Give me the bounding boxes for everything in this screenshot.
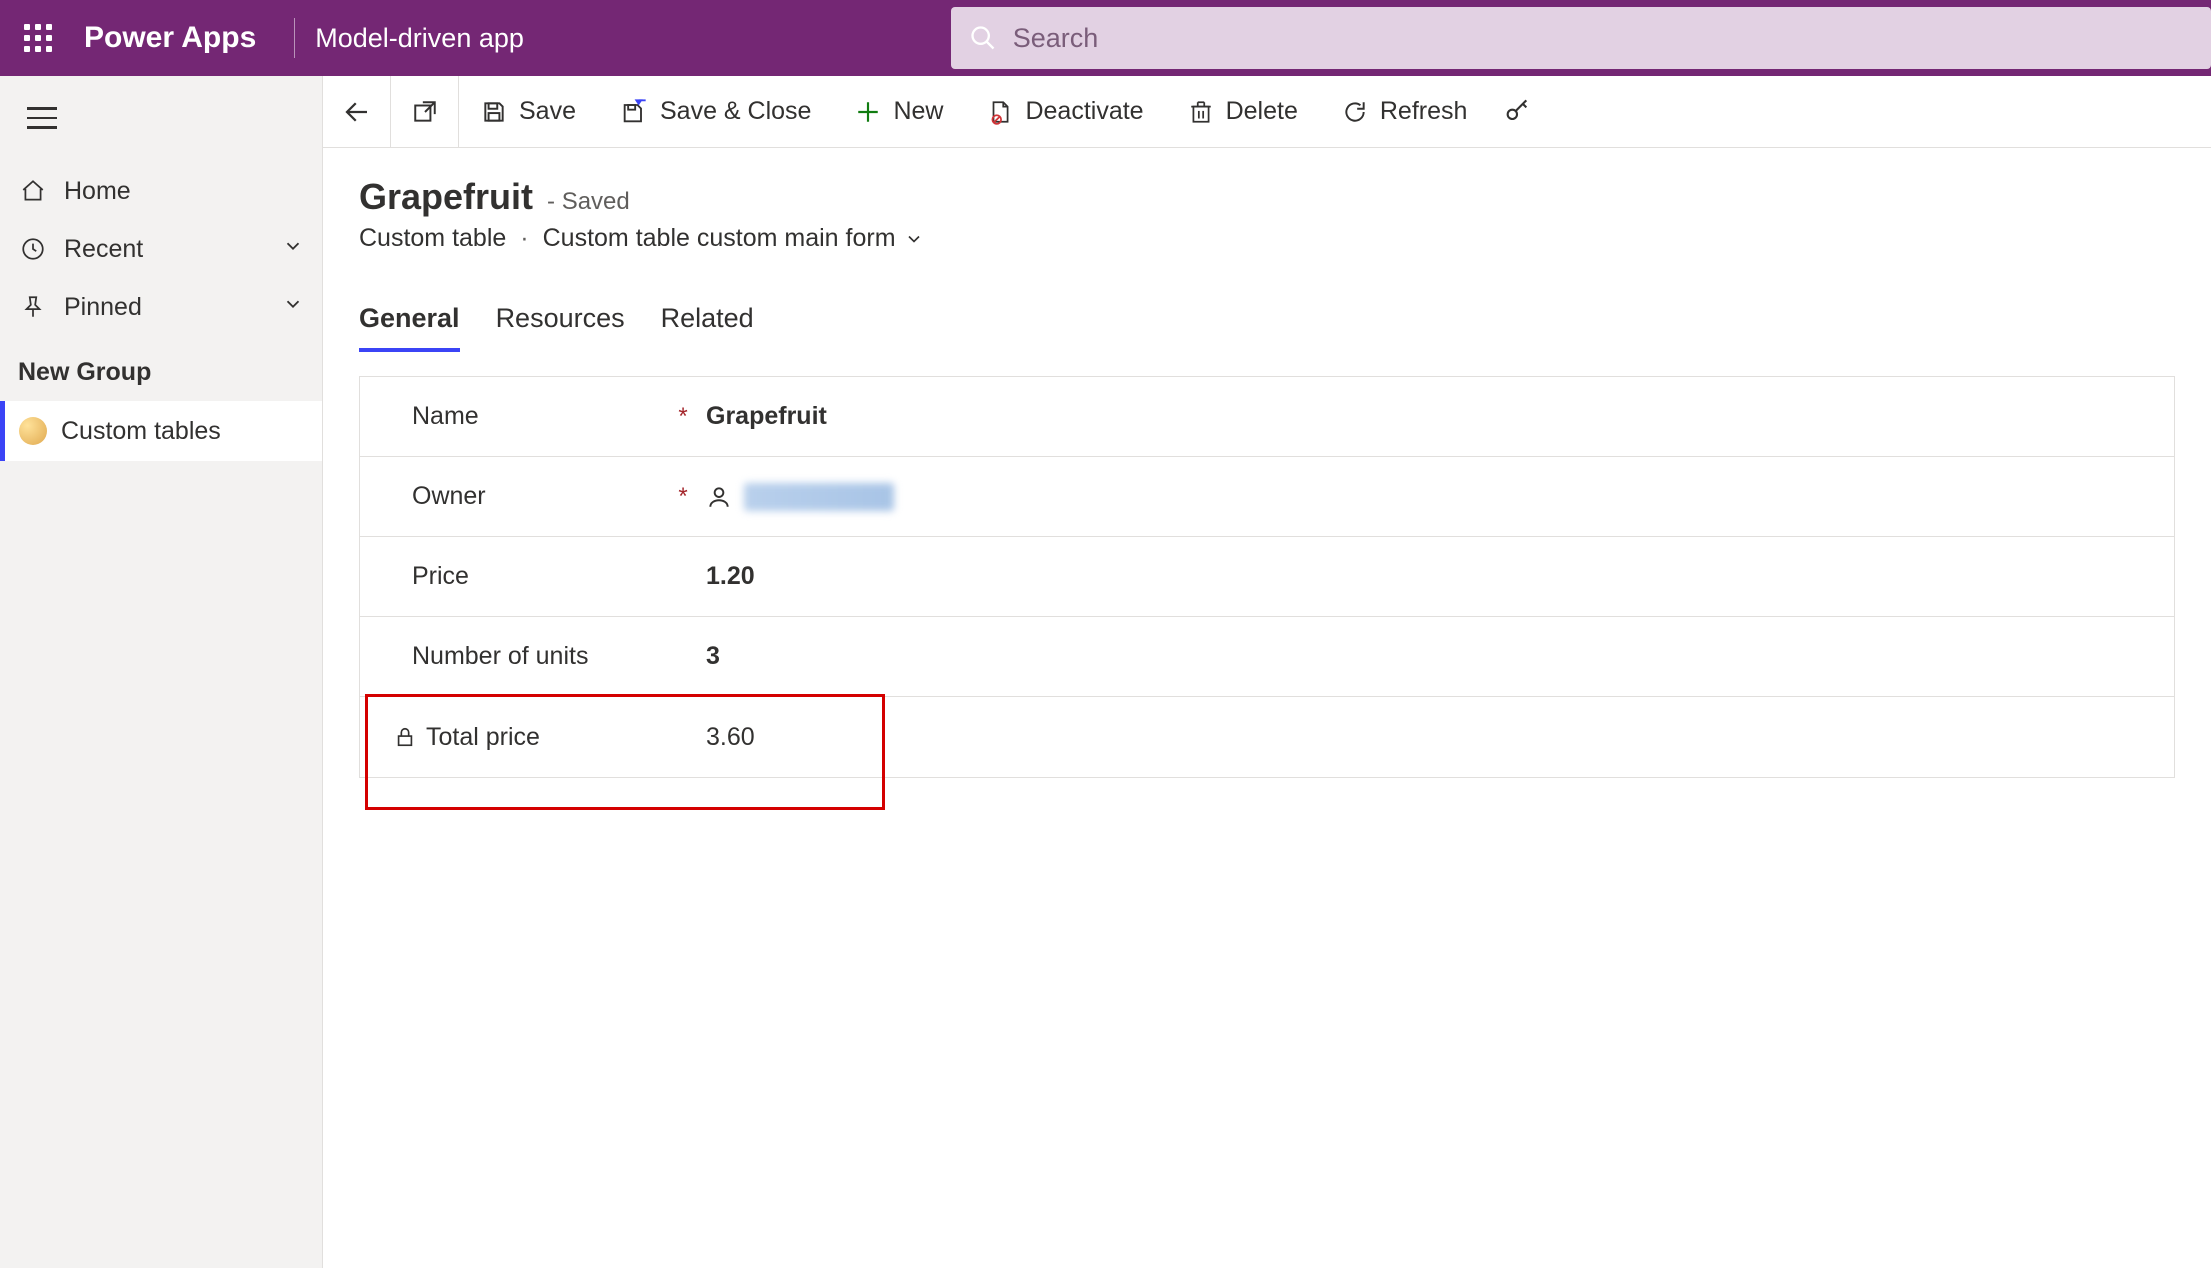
back-button[interactable] bbox=[323, 76, 391, 148]
nav-pinned[interactable]: Pinned bbox=[0, 278, 322, 336]
record-header: Grapefruit - Saved Custom table · Custom… bbox=[323, 148, 2211, 263]
tab-related[interactable]: Related bbox=[661, 303, 754, 352]
nav-custom-tables-label: Custom tables bbox=[61, 417, 221, 446]
waffle-icon bbox=[24, 24, 52, 52]
brand-label: Power Apps bbox=[76, 21, 274, 55]
form-tabs: General Resources Related bbox=[323, 263, 2211, 352]
field-name[interactable]: Name * Grapefruit bbox=[360, 377, 2174, 457]
search-icon bbox=[969, 24, 997, 52]
field-units-label: Number of units bbox=[412, 642, 588, 671]
field-name-label: Name bbox=[412, 402, 479, 431]
save-close-label: Save & Close bbox=[660, 97, 811, 126]
open-new-window-button[interactable] bbox=[391, 76, 459, 148]
entity-icon bbox=[19, 417, 47, 445]
new-button[interactable]: New bbox=[833, 76, 965, 148]
home-icon bbox=[18, 178, 48, 204]
app-launcher-button[interactable] bbox=[0, 0, 76, 76]
field-name-value: Grapefruit bbox=[692, 402, 827, 431]
nav-pinned-label: Pinned bbox=[64, 293, 142, 322]
pin-icon bbox=[18, 294, 48, 320]
separator: · bbox=[520, 224, 528, 253]
chevron-down-icon bbox=[282, 293, 304, 322]
form-section: Name * Grapefruit Owner * bbox=[359, 376, 2175, 778]
key-icon bbox=[1503, 98, 1531, 126]
deactivate-label: Deactivate bbox=[1025, 97, 1143, 126]
app-name-label: Model-driven app bbox=[315, 23, 524, 54]
trash-icon bbox=[1188, 99, 1214, 125]
arrow-left-icon bbox=[342, 97, 372, 127]
site-map: Home Recent Pinned New Group Custom tabl… bbox=[0, 76, 323, 1268]
plus-icon bbox=[855, 99, 881, 125]
search-input[interactable] bbox=[1013, 23, 2193, 54]
record-title: Grapefruit bbox=[359, 176, 533, 218]
field-owner-value bbox=[744, 483, 894, 511]
field-units[interactable]: Number of units 3 bbox=[360, 617, 2174, 697]
chevron-down-icon bbox=[904, 229, 924, 249]
person-icon bbox=[706, 484, 732, 510]
tab-general[interactable]: General bbox=[359, 303, 460, 352]
new-label: New bbox=[893, 97, 943, 126]
field-units-value: 3 bbox=[692, 642, 720, 671]
refresh-button[interactable]: Refresh bbox=[1320, 76, 1490, 148]
delete-label: Delete bbox=[1226, 97, 1298, 126]
nav-home[interactable]: Home bbox=[0, 162, 322, 220]
deactivate-icon bbox=[987, 99, 1013, 125]
nav-home-label: Home bbox=[64, 177, 131, 206]
field-total-label: Total price bbox=[426, 723, 540, 752]
refresh-icon bbox=[1342, 99, 1368, 125]
save-label: Save bbox=[519, 97, 576, 126]
global-search[interactable] bbox=[951, 7, 2211, 69]
chevron-down-icon bbox=[282, 235, 304, 264]
main-content: Save Save & Close New Deactivate Delete … bbox=[323, 76, 2211, 1268]
form-name-label: Custom table custom main form bbox=[543, 224, 896, 253]
check-access-button[interactable] bbox=[1489, 76, 1545, 148]
field-owner[interactable]: Owner * bbox=[360, 457, 2174, 537]
field-total-value: 3.60 bbox=[692, 723, 755, 752]
save-close-button[interactable]: Save & Close bbox=[598, 76, 833, 148]
lock-icon bbox=[394, 726, 416, 748]
deactivate-button[interactable]: Deactivate bbox=[965, 76, 1165, 148]
required-indicator: * bbox=[674, 483, 692, 511]
nav-collapse-button[interactable] bbox=[18, 94, 66, 142]
save-button[interactable]: Save bbox=[459, 76, 598, 148]
field-price[interactable]: Price 1.20 bbox=[360, 537, 2174, 617]
nav-recent-label: Recent bbox=[64, 235, 143, 264]
refresh-label: Refresh bbox=[1380, 97, 1468, 126]
command-bar: Save Save & Close New Deactivate Delete … bbox=[323, 76, 2211, 148]
save-close-icon bbox=[620, 98, 648, 126]
field-price-label: Price bbox=[412, 562, 469, 591]
popout-icon bbox=[412, 99, 438, 125]
global-header: Power Apps Model-driven app bbox=[0, 0, 2211, 76]
field-price-value: 1.20 bbox=[692, 562, 755, 591]
entity-name: Custom table bbox=[359, 224, 506, 253]
required-indicator: * bbox=[674, 403, 692, 431]
divider bbox=[294, 18, 295, 58]
tab-resources[interactable]: Resources bbox=[496, 303, 625, 352]
form-selector[interactable]: Custom table custom main form bbox=[543, 224, 924, 253]
delete-button[interactable]: Delete bbox=[1166, 76, 1320, 148]
nav-group-label: New Group bbox=[0, 336, 322, 401]
save-icon bbox=[481, 99, 507, 125]
field-total-price: Total price 3.60 bbox=[360, 697, 2174, 777]
nav-custom-tables[interactable]: Custom tables bbox=[0, 401, 322, 461]
record-save-status: - Saved bbox=[547, 188, 630, 216]
field-owner-label: Owner bbox=[412, 482, 486, 511]
nav-recent[interactable]: Recent bbox=[0, 220, 322, 278]
clock-icon bbox=[18, 236, 48, 262]
